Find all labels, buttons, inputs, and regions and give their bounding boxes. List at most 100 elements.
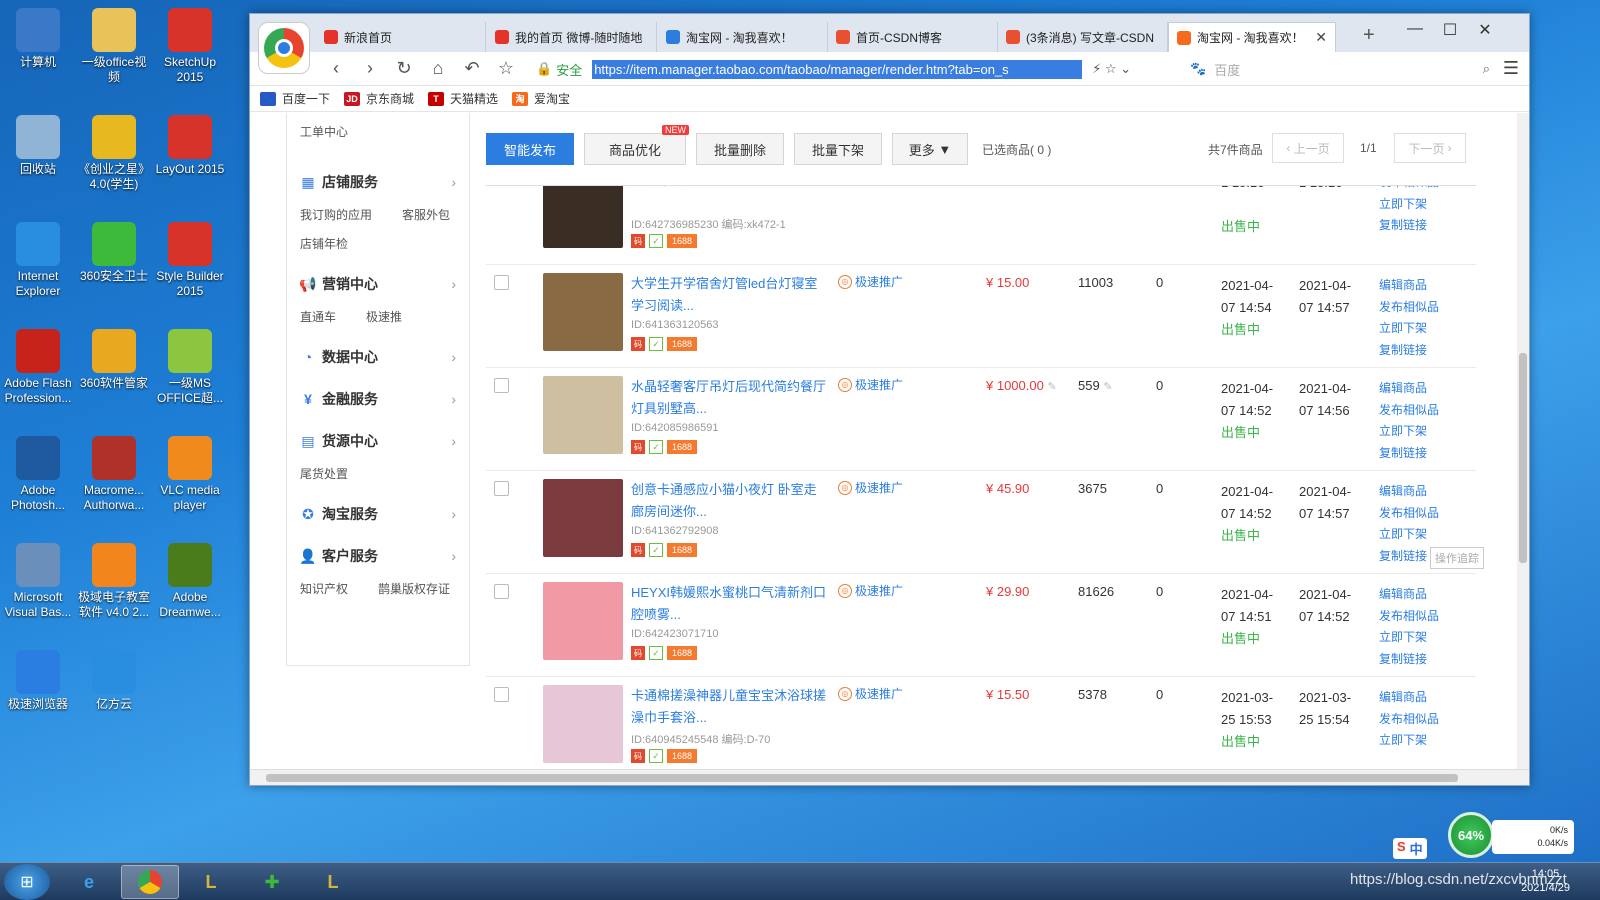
row-action-link[interactable]: 复制链接 — [1379, 215, 1439, 237]
desktop-icon[interactable]: Adobe Dreamwe... — [152, 543, 228, 620]
row-action-link[interactable]: 发布相似品 — [1379, 186, 1439, 194]
menu-icon[interactable]: ☰ — [1503, 58, 1519, 79]
browser-tab[interactable]: 淘宝网 - 淘我喜欢！ ✕ — [1168, 22, 1336, 52]
desktop-icon[interactable]: 极速浏览器 — [0, 650, 76, 712]
product-thumbnail[interactable] — [543, 582, 623, 660]
browser-tab[interactable]: 淘宝网 - 淘我喜欢！ — [658, 22, 828, 52]
desktop-icon[interactable]: 360软件管家 — [76, 329, 152, 391]
sidebar-link[interactable]: 店铺年检 — [300, 235, 348, 252]
sidebar-section-header[interactable]: 📢 营销中心 › — [299, 274, 456, 294]
row-action-link[interactable]: 编辑商品 — [1379, 275, 1439, 297]
row-checkbox[interactable] — [494, 481, 509, 496]
desktop-icon[interactable]: 《创业之星》4.0(学生) — [76, 115, 152, 192]
sidebar-section-header[interactable]: 👤 客户服务 › — [299, 546, 456, 566]
url-text[interactable]: https://item.manager.taobao.com/taobao/m… — [592, 59, 1083, 79]
pencil-icon[interactable]: ✎ — [1103, 381, 1112, 393]
bookmark-item[interactable]: 🐾 百度一下 — [260, 90, 330, 107]
desktop-icon[interactable]: 计算机 — [0, 8, 76, 70]
taskbar-game2-icon[interactable]: L — [304, 865, 362, 899]
desktop-icon[interactable]: SketchUp 2015 — [152, 8, 228, 85]
promo-link[interactable]: ◎ 极速推广 — [838, 273, 903, 290]
row-action-link[interactable]: 发布相似品 — [1379, 400, 1439, 422]
row-checkbox[interactable] — [494, 378, 509, 393]
row-checkbox[interactable] — [494, 275, 509, 290]
row-action-link[interactable]: 发布相似品 — [1379, 606, 1439, 628]
row-action-link[interactable]: 发布相似品 — [1379, 297, 1439, 319]
bookmark-item[interactable]: T 天猫精选 — [428, 90, 498, 107]
sidebar-section-header[interactable]: ✪ 淘宝服务 › — [300, 504, 456, 524]
extension-icons[interactable]: ⚡ ☆ ⌄ — [1092, 61, 1131, 77]
row-action-link[interactable]: 立即下架 — [1379, 421, 1439, 443]
product-thumbnail[interactable] — [543, 685, 623, 763]
desktop-icon[interactable]: Internet Explorer — [0, 222, 76, 299]
memory-gauge[interactable]: 64% — [1448, 812, 1494, 858]
row-action-link[interactable]: 发布相似品 — [1379, 709, 1439, 731]
taskbar-browser-icon[interactable] — [121, 865, 179, 899]
row-checkbox[interactable] — [494, 584, 509, 599]
close-tab-icon[interactable]: ✕ — [1315, 29, 1327, 46]
promo-link[interactable]: ◎ 极速推广 — [838, 376, 903, 393]
product-title[interactable]: 卧室床头柜... — [631, 186, 826, 192]
row-action-link[interactable]: 编辑商品 — [1379, 481, 1439, 503]
sidebar-link[interactable]: 尾货处置 — [300, 465, 348, 482]
desktop-icon[interactable]: LayOut 2015 — [152, 115, 228, 177]
sidebar-section-header[interactable]: ▦ 店铺服务 › — [300, 172, 456, 192]
desktop-icon[interactable]: Adobe Photosh... — [0, 436, 76, 513]
clock[interactable]: 14:05 2021/4/29 — [1521, 867, 1570, 895]
horizontal-scrollbar[interactable] — [250, 769, 1529, 785]
row-checkbox[interactable] — [494, 687, 509, 702]
browser-tab[interactable]: 首页-CSDN博客 — [828, 22, 998, 52]
product-thumbnail[interactable] — [543, 376, 623, 454]
ime-indicator[interactable]: S中 — [1393, 838, 1427, 859]
sidebar-link[interactable]: 鹊巢版权存证 — [378, 580, 450, 597]
desktop-icon[interactable]: 一级office视频 — [76, 8, 152, 85]
maximize-button[interactable]: ☐ — [1435, 20, 1465, 40]
forward-icon[interactable]: › — [358, 58, 382, 79]
vertical-scrollbar[interactable] — [1517, 113, 1529, 770]
row-action-link[interactable]: 复制链接 — [1379, 340, 1439, 362]
browser-tab[interactable]: 我的首页 微博-随时随地 — [487, 22, 657, 52]
desktop-icon[interactable]: VLC media player — [152, 436, 228, 513]
product-title[interactable]: 创意卡通感应小猫小夜灯 卧室走廊房间迷你... — [631, 479, 826, 523]
desktop-icon[interactable]: Microsoft Visual Bas... — [0, 543, 76, 620]
next-page-button[interactable]: 下一页 › — [1394, 133, 1466, 163]
product-thumbnail[interactable] — [543, 273, 623, 351]
row-action-link[interactable]: 立即下架 — [1379, 627, 1439, 649]
sidebar-section-header[interactable]: ◔ 数据中心 › — [300, 347, 456, 367]
batch-off-button[interactable]: 批量下架 — [794, 133, 882, 165]
row-action-link[interactable]: 立即下架 — [1379, 524, 1439, 546]
optimize-button[interactable]: 商品优化 NEW — [584, 125, 689, 165]
new-tab-button[interactable]: + — [1363, 24, 1375, 47]
desktop-icon[interactable]: 极域电子教室软件 v4.0 2... — [76, 543, 152, 620]
sidebar-link[interactable]: 知识产权 — [300, 580, 348, 597]
reload-icon[interactable]: ↻ — [392, 58, 416, 79]
promo-link[interactable]: ◎ 极速推广 — [838, 685, 903, 702]
desktop-icon[interactable]: Adobe Flash Profession... — [0, 329, 76, 406]
row-action-link[interactable]: 发布相似品 — [1379, 503, 1439, 525]
product-thumbnail[interactable] — [543, 479, 623, 557]
row-action-link[interactable]: 复制链接 — [1379, 649, 1439, 671]
sidebar-link[interactable]: 直通车 — [300, 308, 336, 325]
desktop-icon[interactable]: 360安全卫士 — [76, 222, 152, 284]
smart-publish-button[interactable]: 智能发布 — [486, 133, 574, 165]
prev-page-button[interactable]: ‹ 上一页 — [1272, 133, 1344, 163]
bookmark-star-icon[interactable]: ☆ — [494, 58, 518, 79]
bookmark-item[interactable]: 淘 爱淘宝 — [512, 90, 570, 107]
row-action-link[interactable]: 编辑商品 — [1379, 378, 1439, 400]
browser-tab[interactable]: (3条消息) 写文章-CSDN — [998, 22, 1168, 52]
row-action-link[interactable]: 编辑商品 — [1379, 584, 1439, 606]
product-title[interactable]: 卡通棉搓澡神器儿童宝宝沐浴球搓澡巾手套浴... — [631, 685, 826, 729]
home-icon[interactable]: ⌂ — [426, 58, 450, 79]
sidebar-section-header[interactable]: ¥ 金融服务 › — [300, 389, 456, 409]
promo-link[interactable]: ◎ 极速推广 — [838, 479, 903, 496]
product-title[interactable]: 水晶轻奢客厅吊灯后现代简约餐厅灯具别墅高... — [631, 376, 826, 420]
sidebar-link[interactable]: 极速推 — [366, 308, 402, 325]
search-icon[interactable]: ⌕ — [1483, 61, 1490, 77]
desktop-icon[interactable]: 回收站 — [0, 115, 76, 177]
back-icon[interactable]: ‹ — [324, 58, 348, 79]
desktop-icon[interactable]: Macrome... Authorwa... — [76, 436, 152, 513]
bookmark-item[interactable]: JD 京东商城 — [344, 90, 414, 107]
product-title[interactable]: HEYXI韩媛熙水蜜桃口气清新剂口腔喷雾... — [631, 582, 826, 626]
row-action-link[interactable]: 立即下架 — [1379, 194, 1439, 216]
batch-delete-button[interactable]: 批量删除 — [696, 133, 784, 165]
